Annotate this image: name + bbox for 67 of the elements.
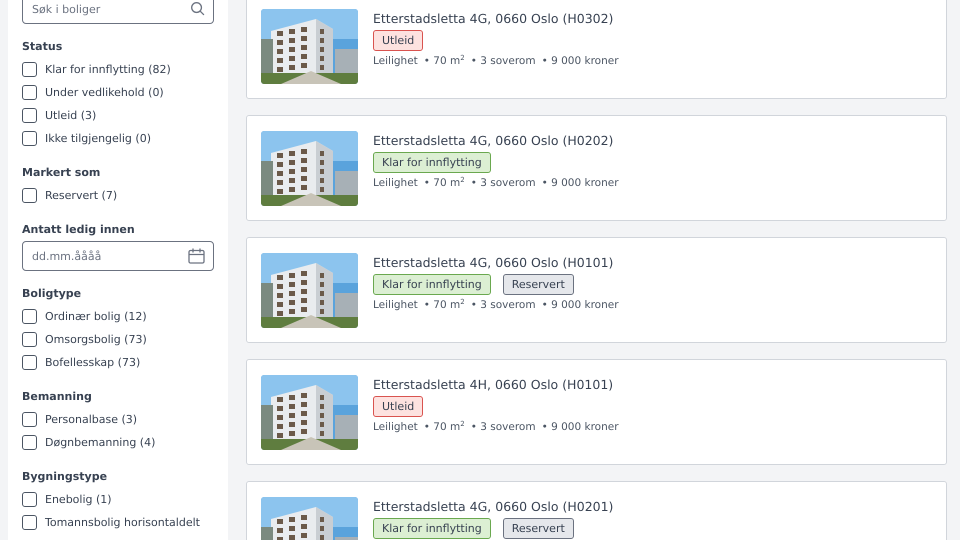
checkbox-label: Omsorgsbolig (73) [45, 333, 147, 346]
checkbox[interactable] [22, 85, 37, 100]
checkbox-label: Reservert (7) [45, 189, 118, 202]
listing-detail: Leilighet [373, 299, 418, 311]
listing-detail: Leilighet [373, 177, 418, 189]
search-field[interactable]: Søk i boliger [22, 0, 214, 24]
listing-detail: Leilighet [373, 421, 418, 433]
checkbox[interactable] [22, 188, 37, 203]
status-tag: Klar for innflytting [373, 274, 491, 295]
status-tag: Klar for innflytting [373, 518, 491, 539]
checkbox[interactable] [22, 435, 37, 450]
listing-detail: Leilighet [373, 55, 418, 67]
checkbox-label: Personalbase (3) [45, 413, 138, 426]
listing-card[interactable]: Etterstadsletta 4G, 0660 Oslo (H0201) Klar for innflytting Reservert [246, 481, 947, 540]
status-tag: Utleid [373, 30, 424, 51]
listing-detail: • 3 soverom [470, 421, 536, 433]
checkbox[interactable] [22, 62, 37, 77]
filter-heading: Bygningstype [22, 470, 108, 483]
listing-card[interactable]: Etterstadsletta 4H, 0660 Oslo (H0101) Utleid Leilighet • 70 m$^{2}$ • 3 soverom • 9 000 kroner [246, 359, 947, 465]
checkbox-label: Ikke tilgjengelig (0) [45, 132, 151, 145]
checkbox-label: Enebolig (1) [45, 493, 112, 506]
checkbox[interactable] [22, 108, 37, 123]
checkbox-label: Tomannsbolig horisontaldelt [45, 516, 200, 529]
listing-detail: • 70 m$^{2}$ [424, 421, 465, 433]
checkbox-label: Klar for innflytting (82) [45, 63, 171, 76]
checkbox[interactable] [22, 515, 37, 530]
status-tag: Utleid [373, 396, 424, 417]
checkbox[interactable] [22, 412, 37, 427]
listing-card[interactable]: Etterstadsletta 4G, 0660 Oslo (H0202) Klar for innflytting Leilighet • 70 m$^{2}$ • 3 soverom • 9 000 kroner [246, 115, 947, 221]
filter-heading: Status [22, 40, 64, 53]
listing-detail: • 70 m$^{2}$ [424, 299, 465, 311]
listing-title: Etterstadsletta 4G, 0660 Oslo (H0201) [373, 499, 614, 514]
listing-detail: • 70 m$^{2}$ [424, 55, 465, 67]
status-tag: Klar for innflytting [373, 152, 491, 173]
checkbox-label: Under vedlikehold (0) [45, 86, 164, 99]
checkbox-label: Døgnbemanning (4) [45, 436, 156, 449]
listing-detail: • 3 soverom [470, 55, 536, 67]
filter-heading: Markert som [22, 166, 102, 179]
listing-title: Etterstadsletta 4G, 0660 Oslo (H0302) [373, 11, 614, 26]
listing-detail: • 9 000 kroner [542, 177, 619, 189]
listing-card[interactable]: Etterstadsletta 4G, 0660 Oslo (H0101) Klar for innflytting Reservert Leilighet • 70 m$^{2}$ • 3 soverom • 9 000 kroner [246, 237, 947, 343]
listing-detail: • 9 000 kroner [542, 55, 619, 67]
status-tag: Reservert [502, 274, 574, 295]
listing-title: Etterstadsletta 4G, 0660 Oslo (H0101) [373, 255, 614, 270]
listing-card[interactable]: Etterstadsletta 4G, 0660 Oslo (H0302) Utleid Leilighet • 70 m$^{2}$ • 3 soverom • 9 000 kroner [246, 0, 947, 99]
filter-heading: Bemanning [22, 390, 93, 403]
filter-heading: Boligtype [22, 287, 82, 300]
checkbox[interactable] [22, 492, 37, 507]
checkbox[interactable] [22, 355, 37, 370]
date-field[interactable]: dd.mm.åååå [22, 241, 214, 271]
listing-title: Etterstadsletta 4G, 0660 Oslo (H0202) [373, 133, 614, 148]
listing-detail: • 3 soverom [470, 177, 536, 189]
listing-title: Etterstadsletta 4H, 0660 Oslo (H0101) [373, 377, 614, 392]
search-icon [190, 1, 205, 16]
filter-heading: Antatt ledig innen [22, 223, 136, 236]
listing-detail: • 9 000 kroner [542, 299, 619, 311]
checkbox-label: Ordinær bolig (12) [45, 310, 147, 323]
checkbox[interactable] [22, 131, 37, 146]
listing-detail: • 70 m$^{2}$ [424, 177, 465, 189]
listing-detail: • 3 soverom [470, 299, 536, 311]
listing-detail: • 9 000 kroner [542, 421, 619, 433]
checkbox-label: Utleid (3) [45, 109, 96, 122]
checkbox[interactable] [22, 309, 37, 324]
status-tag: Reservert [502, 518, 574, 539]
checkbox-label: Bofellesskap (73) [45, 356, 140, 369]
calendar-icon [188, 248, 205, 264]
checkbox[interactable] [22, 332, 37, 347]
